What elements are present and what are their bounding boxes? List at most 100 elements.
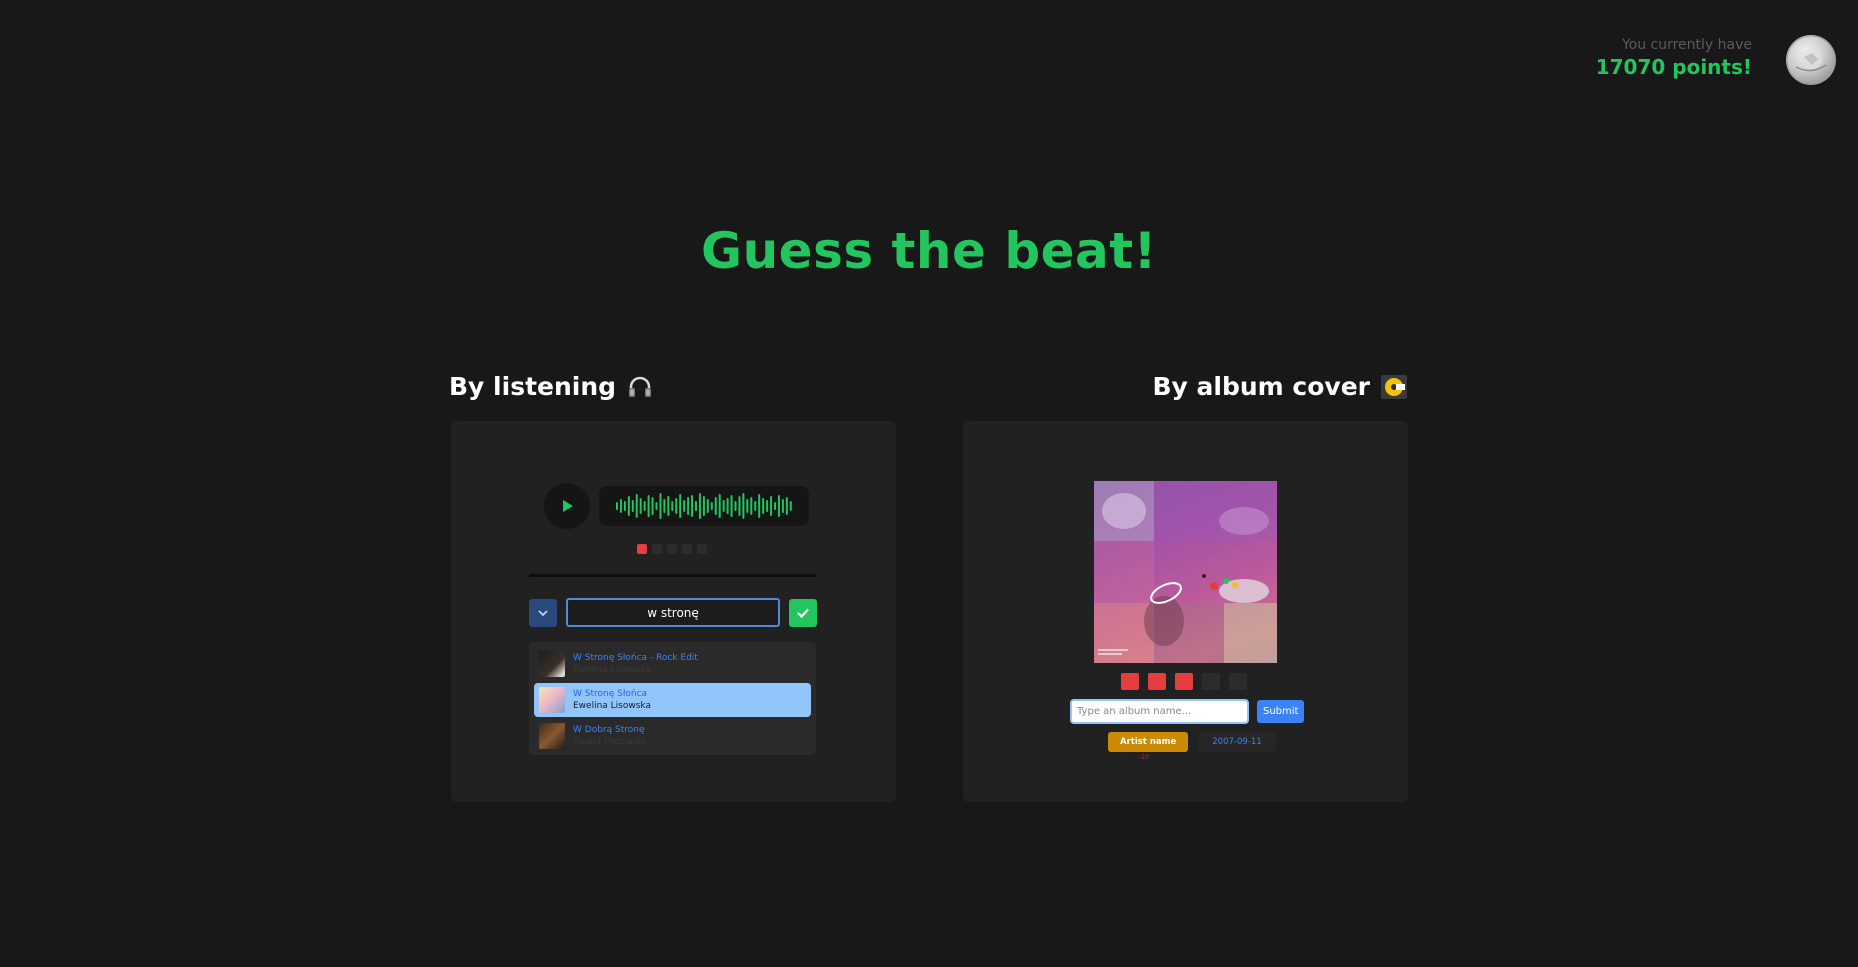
progress-dot: [637, 544, 647, 554]
divider: [529, 574, 816, 577]
waveform-bar: [777, 495, 780, 517]
play-icon: [563, 500, 573, 512]
check-icon: [797, 608, 809, 618]
waveform-bar: [758, 494, 761, 518]
progress-dot: [667, 544, 677, 554]
confirm-guess-button[interactable]: [789, 598, 817, 627]
album-cover-image: [1094, 481, 1277, 663]
waveform-bar: [631, 500, 634, 512]
listening-heading: By listening: [449, 372, 654, 401]
release-date-hint: 2007-09-11: [1198, 732, 1276, 752]
song-thumbnail: [539, 723, 565, 749]
points-value: 17070 points!: [1595, 55, 1752, 79]
waveform-bar: [722, 500, 725, 512]
waveform-bar: [659, 493, 662, 519]
song-thumbnail: [539, 651, 565, 677]
waveform-bar: [663, 499, 666, 513]
waveform-bar: [651, 497, 654, 515]
hint-cost: -10: [1139, 754, 1149, 761]
waveform-bar: [754, 501, 757, 511]
album-guess-row: Submit: [1070, 699, 1305, 724]
listening-card: W Stronę Słońca - Rock Edit Ewelina Liso…: [451, 421, 896, 802]
waveform-bar: [702, 496, 705, 516]
suggestion-item-selected[interactable]: W Stronę Słońca Ewelina Lisowska: [534, 683, 811, 717]
waveform-bar: [679, 494, 682, 518]
dropdown-toggle-button[interactable]: [529, 598, 557, 627]
suggestion-title: W Stronę Słońca: [573, 689, 648, 699]
avatar[interactable]: [1786, 35, 1836, 85]
progress-dot: [682, 544, 692, 554]
waveform-bar: [785, 497, 788, 515]
waveform-bar: [766, 500, 769, 512]
album-name-input[interactable]: [1070, 699, 1249, 724]
waveform-bar: [683, 500, 686, 512]
waveform-bar: [738, 496, 741, 516]
waveform-bar: [770, 496, 773, 516]
try-indicator: [1202, 673, 1220, 690]
points-label: You currently have: [1621, 37, 1752, 53]
waveform-bar: [647, 495, 650, 517]
suggestion-title: W Stronę Słońca - Rock Edit: [573, 653, 698, 663]
waveform-bar: [714, 497, 717, 515]
waveform: [599, 486, 809, 526]
try-indicator: [1229, 673, 1247, 690]
suggestion-artist: Ewelina Lisowska: [573, 665, 651, 675]
play-button[interactable]: [544, 483, 590, 529]
waveform-bar: [619, 499, 622, 513]
waveform-bar: [734, 501, 737, 511]
hints-row: Artist name 2007-09-11: [1108, 732, 1276, 752]
waveform-bar: [675, 498, 678, 514]
waveform-bar: [718, 494, 721, 518]
waveform-bar: [655, 502, 658, 510]
progress-dot: [652, 544, 662, 554]
listening-heading-text: By listening: [449, 372, 617, 401]
listening-progress: [637, 544, 707, 554]
waveform-bar: [639, 498, 642, 514]
chevron-down-icon: [538, 609, 548, 616]
page-title: Guess the beat!: [701, 222, 1157, 280]
artist-name-hint-button[interactable]: Artist name: [1108, 732, 1189, 752]
waveform-bar: [627, 496, 630, 516]
waveform-icon: [616, 493, 792, 519]
waveform-bar: [774, 502, 776, 510]
album-card: Submit Artist name 2007-09-11 -10: [963, 421, 1408, 802]
waveform-bar: [789, 501, 792, 511]
headphones-icon: [626, 373, 654, 401]
try-indicator: [1148, 673, 1166, 690]
album-heading: By album cover: [1152, 372, 1408, 401]
waveform-bar: [742, 493, 745, 519]
waveform-bar: [706, 499, 709, 513]
suggestion-item[interactable]: W Stronę Słońca - Rock Edit Ewelina Liso…: [534, 647, 811, 681]
waveform-bar: [730, 495, 733, 517]
waveform-bar: [616, 502, 618, 510]
waveform-bar: [781, 499, 784, 513]
waveform-bar: [691, 495, 694, 517]
progress-dot: [697, 544, 707, 554]
album-heading-text: By album cover: [1152, 372, 1370, 401]
album-tries: [1121, 673, 1247, 690]
waveform-bar: [746, 499, 749, 513]
waveform-bar: [710, 502, 713, 510]
try-indicator: [1121, 673, 1139, 690]
waveform-bar: [726, 498, 729, 514]
waveform-bar: [695, 501, 697, 511]
submit-button[interactable]: Submit: [1257, 700, 1305, 723]
waveform-bar: [762, 498, 765, 514]
suggestion-title: W Dobrą Stronę: [573, 725, 645, 735]
suggestion-artist: Dawid Podsiadło: [573, 737, 647, 747]
waveform-bar: [635, 494, 638, 518]
suggestion-list: W Stronę Słońca - Rock Edit Ewelina Liso…: [529, 642, 816, 755]
try-indicator: [1175, 673, 1193, 690]
waveform-bar: [643, 501, 646, 511]
audio-player: [544, 483, 809, 529]
points-display: You currently have 17070 points!: [1596, 36, 1752, 80]
suggestion-artist: Ewelina Lisowska: [573, 701, 651, 711]
waveform-bar: [671, 501, 674, 511]
waveform-bar: [750, 497, 753, 515]
song-search-input[interactable]: [566, 598, 780, 627]
album-cover-icon: [1380, 373, 1408, 401]
suggestion-item[interactable]: W Dobrą Stronę Dawid Podsiadło: [534, 719, 811, 753]
waveform-bar: [667, 496, 670, 516]
waveform-bar: [698, 493, 701, 519]
waveform-bar: [687, 497, 690, 515]
